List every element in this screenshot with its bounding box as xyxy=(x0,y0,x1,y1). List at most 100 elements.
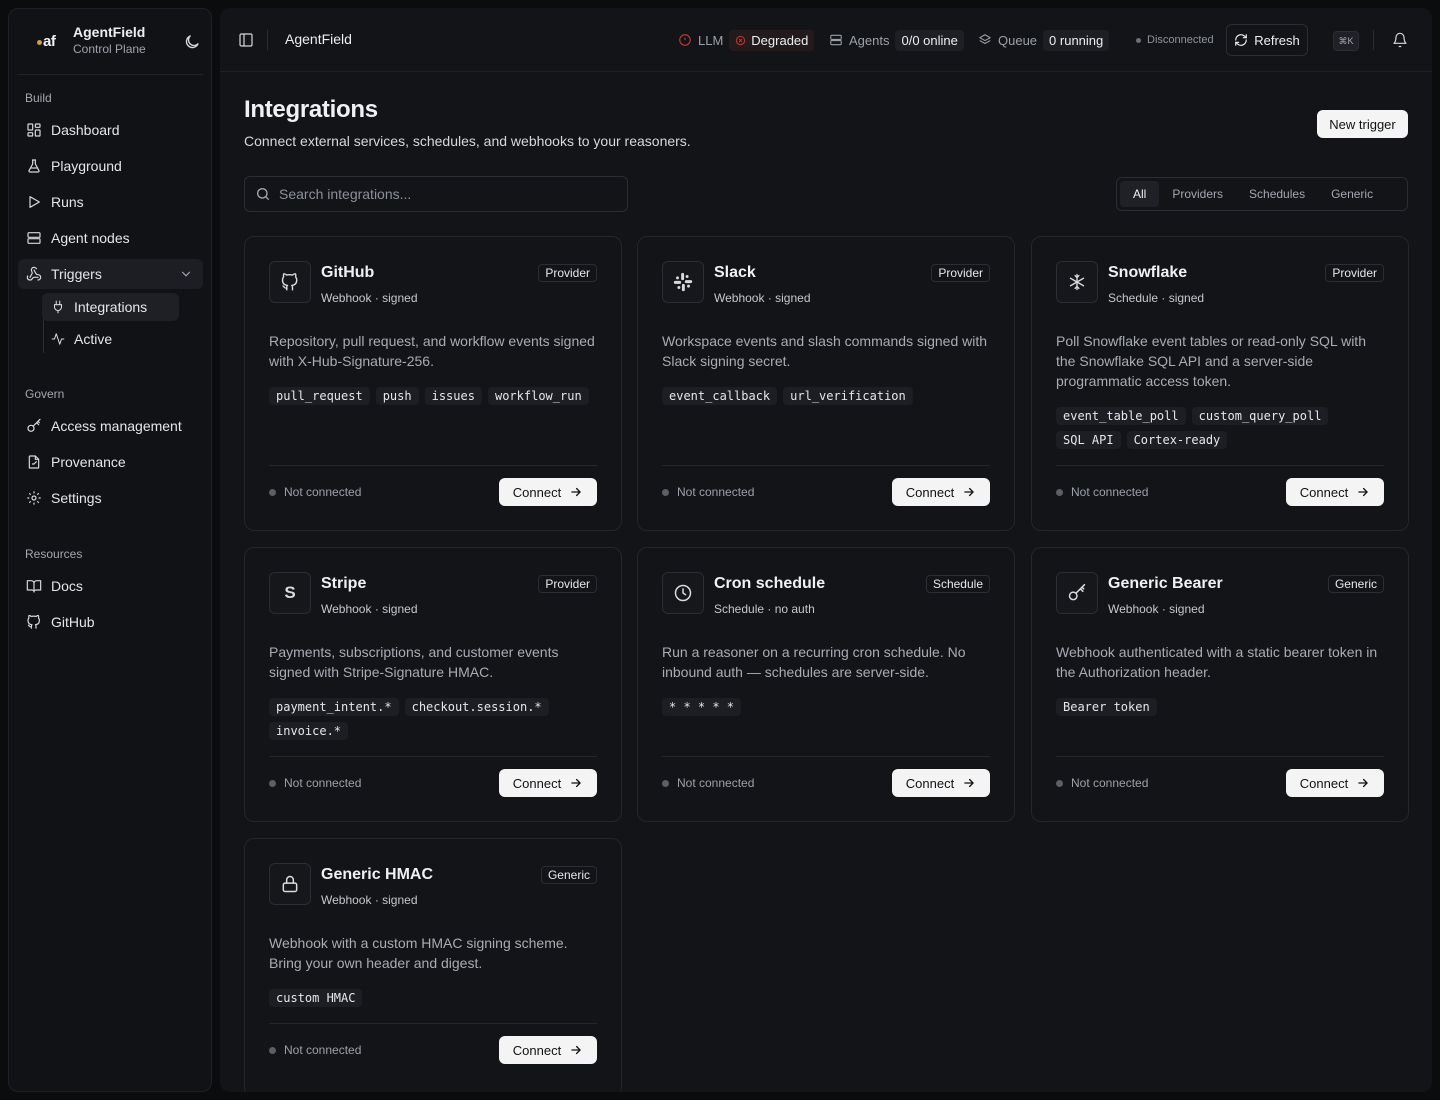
card-meta: Webhook · signed xyxy=(714,291,811,305)
status-dot xyxy=(1056,779,1063,787)
llm-status[interactable]: LLM Degraded xyxy=(678,28,815,52)
queue-status[interactable]: Queue 0 running xyxy=(978,28,1110,52)
integration-card-generic-hmac: Generic HMAC Webhook · signed Generic We… xyxy=(244,838,622,1092)
integration-card-slack: Slack Webhook · signed Provider Workspac… xyxy=(637,236,1015,531)
sidebar-item-integrations[interactable]: Integrations xyxy=(42,293,179,321)
connect-label: Connect xyxy=(1299,775,1349,791)
search-box[interactable] xyxy=(244,176,628,212)
sidebar-item-label: Docs xyxy=(51,578,83,594)
tab-schedules[interactable]: Schedules xyxy=(1236,181,1318,207)
slack-icon xyxy=(662,261,704,303)
connection-state: Not connected xyxy=(269,1043,361,1057)
sidebar-item-docs[interactable]: Docs xyxy=(18,571,203,601)
sidebar-item-dashboard[interactable]: Dashboard xyxy=(18,115,203,145)
connection-state: Not connected xyxy=(1056,485,1148,499)
sidebar-item-github[interactable]: GitHub xyxy=(18,607,203,637)
play-icon xyxy=(26,194,42,210)
webhook-icon xyxy=(26,266,42,282)
github-icon xyxy=(269,261,311,303)
connect-button[interactable]: Connect xyxy=(1286,769,1384,797)
connect-button[interactable]: Connect xyxy=(1286,478,1384,506)
event-chip: payment_intent.* xyxy=(269,698,399,716)
tab-all[interactable]: All xyxy=(1120,181,1160,207)
card-meta: Webhook · signed xyxy=(1108,602,1205,616)
theme-toggle-moon-icon[interactable] xyxy=(183,33,201,51)
connection-state: Not connected xyxy=(662,776,754,790)
llm-label: LLM xyxy=(698,32,724,48)
event-chip: Bearer token xyxy=(1056,698,1157,716)
event-chips: payment_intent.* checkout.session.* invo… xyxy=(269,698,601,740)
connect-label: Connect xyxy=(905,484,955,500)
connect-button[interactable]: Connect xyxy=(499,1036,597,1064)
gear-icon xyxy=(26,490,42,506)
integration-card-github: GitHub Webhook · signed Provider Reposit… xyxy=(244,236,622,531)
sidebar-item-runs[interactable]: Runs xyxy=(18,187,203,217)
connect-button[interactable]: Connect xyxy=(499,769,597,797)
refresh-button[interactable]: Refresh xyxy=(1226,24,1308,56)
event-chips: pull_request push issues workflow_run xyxy=(269,387,601,405)
status-text: Not connected xyxy=(677,776,755,790)
section-govern: Govern xyxy=(25,387,65,401)
status-text: Not connected xyxy=(1071,485,1149,499)
command-shortcut[interactable]: ⌘K xyxy=(1333,31,1359,51)
divider xyxy=(662,756,990,757)
plug-icon xyxy=(51,300,65,314)
divider xyxy=(269,465,597,466)
layers-icon xyxy=(978,33,992,47)
sidebar-item-label: GitHub xyxy=(51,614,95,630)
sidebar-item-label: Active xyxy=(74,331,113,347)
event-chip: custom HMAC xyxy=(269,989,363,1007)
sidebar-item-playground[interactable]: Playground xyxy=(18,151,203,181)
flask-icon xyxy=(26,158,42,174)
card-type-badge: Provider xyxy=(931,264,990,282)
event-chip: invoice.* xyxy=(269,722,349,740)
sidebar-item-label: Playground xyxy=(51,158,122,174)
section-resources: Resources xyxy=(25,547,83,561)
event-chip: pull_request xyxy=(269,387,370,405)
bell-icon[interactable] xyxy=(1392,32,1408,48)
divider xyxy=(269,1023,597,1024)
connect-button[interactable]: Connect xyxy=(499,478,597,506)
refresh-label: Refresh xyxy=(1254,32,1300,48)
status-dot xyxy=(1056,488,1063,496)
sidebar-item-access-management[interactable]: Access management xyxy=(18,411,203,441)
sidebar-item-triggers[interactable]: Triggers xyxy=(18,259,203,289)
sidebar-item-label: Settings xyxy=(51,490,102,506)
connection-state: Not connected xyxy=(269,776,361,790)
connection-status: Disconnected xyxy=(1136,34,1214,46)
sidebar-item-active[interactable]: Active xyxy=(42,325,179,353)
github-icon xyxy=(26,614,42,630)
divider xyxy=(662,465,990,466)
chevron-down-icon[interactable] xyxy=(179,267,193,281)
tab-generic[interactable]: Generic xyxy=(1318,181,1386,207)
agents-status[interactable]: Agents 0/0 online xyxy=(829,28,964,52)
sidebar-item-label: Dashboard xyxy=(51,122,120,138)
status-dot xyxy=(662,779,669,787)
sidebar-item-agent-nodes[interactable]: Agent nodes xyxy=(18,223,203,253)
connect-button[interactable]: Connect xyxy=(892,769,990,797)
search-input[interactable] xyxy=(279,186,609,202)
event-chip: SQL API xyxy=(1056,431,1121,449)
arrow-right-icon xyxy=(571,1045,582,1055)
tab-providers[interactable]: Providers xyxy=(1159,181,1236,207)
stripe-icon: S xyxy=(269,572,311,614)
brand-logo[interactable]: af xyxy=(37,33,56,50)
snowflake-icon xyxy=(1056,261,1098,303)
sidebar-item-settings[interactable]: Settings xyxy=(18,483,203,513)
event-chip: custom_query_poll xyxy=(1191,407,1329,425)
connect-button[interactable]: Connect xyxy=(892,478,990,506)
divider xyxy=(1056,465,1384,466)
new-trigger-button[interactable]: New trigger xyxy=(1317,110,1408,138)
sidebar-item-label: Access management xyxy=(51,418,182,434)
arrow-right-icon xyxy=(571,778,582,788)
integration-card-stripe: S Stripe Webhook · signed Provider Payme… xyxy=(244,547,622,822)
card-description: Webhook with a custom HMAC signing schem… xyxy=(269,935,568,971)
integration-card-snowflake: Snowflake Schedule · signed Provider Pol… xyxy=(1031,236,1409,531)
activity-icon xyxy=(51,332,65,346)
connect-label: Connect xyxy=(512,1042,562,1058)
card-title: Stripe xyxy=(321,575,367,592)
sidebar-item-provenance[interactable]: Provenance xyxy=(18,447,203,477)
sidebar-toggle-icon[interactable] xyxy=(238,32,254,48)
status-text: Not connected xyxy=(1071,776,1149,790)
connection-state: Not connected xyxy=(269,485,361,499)
